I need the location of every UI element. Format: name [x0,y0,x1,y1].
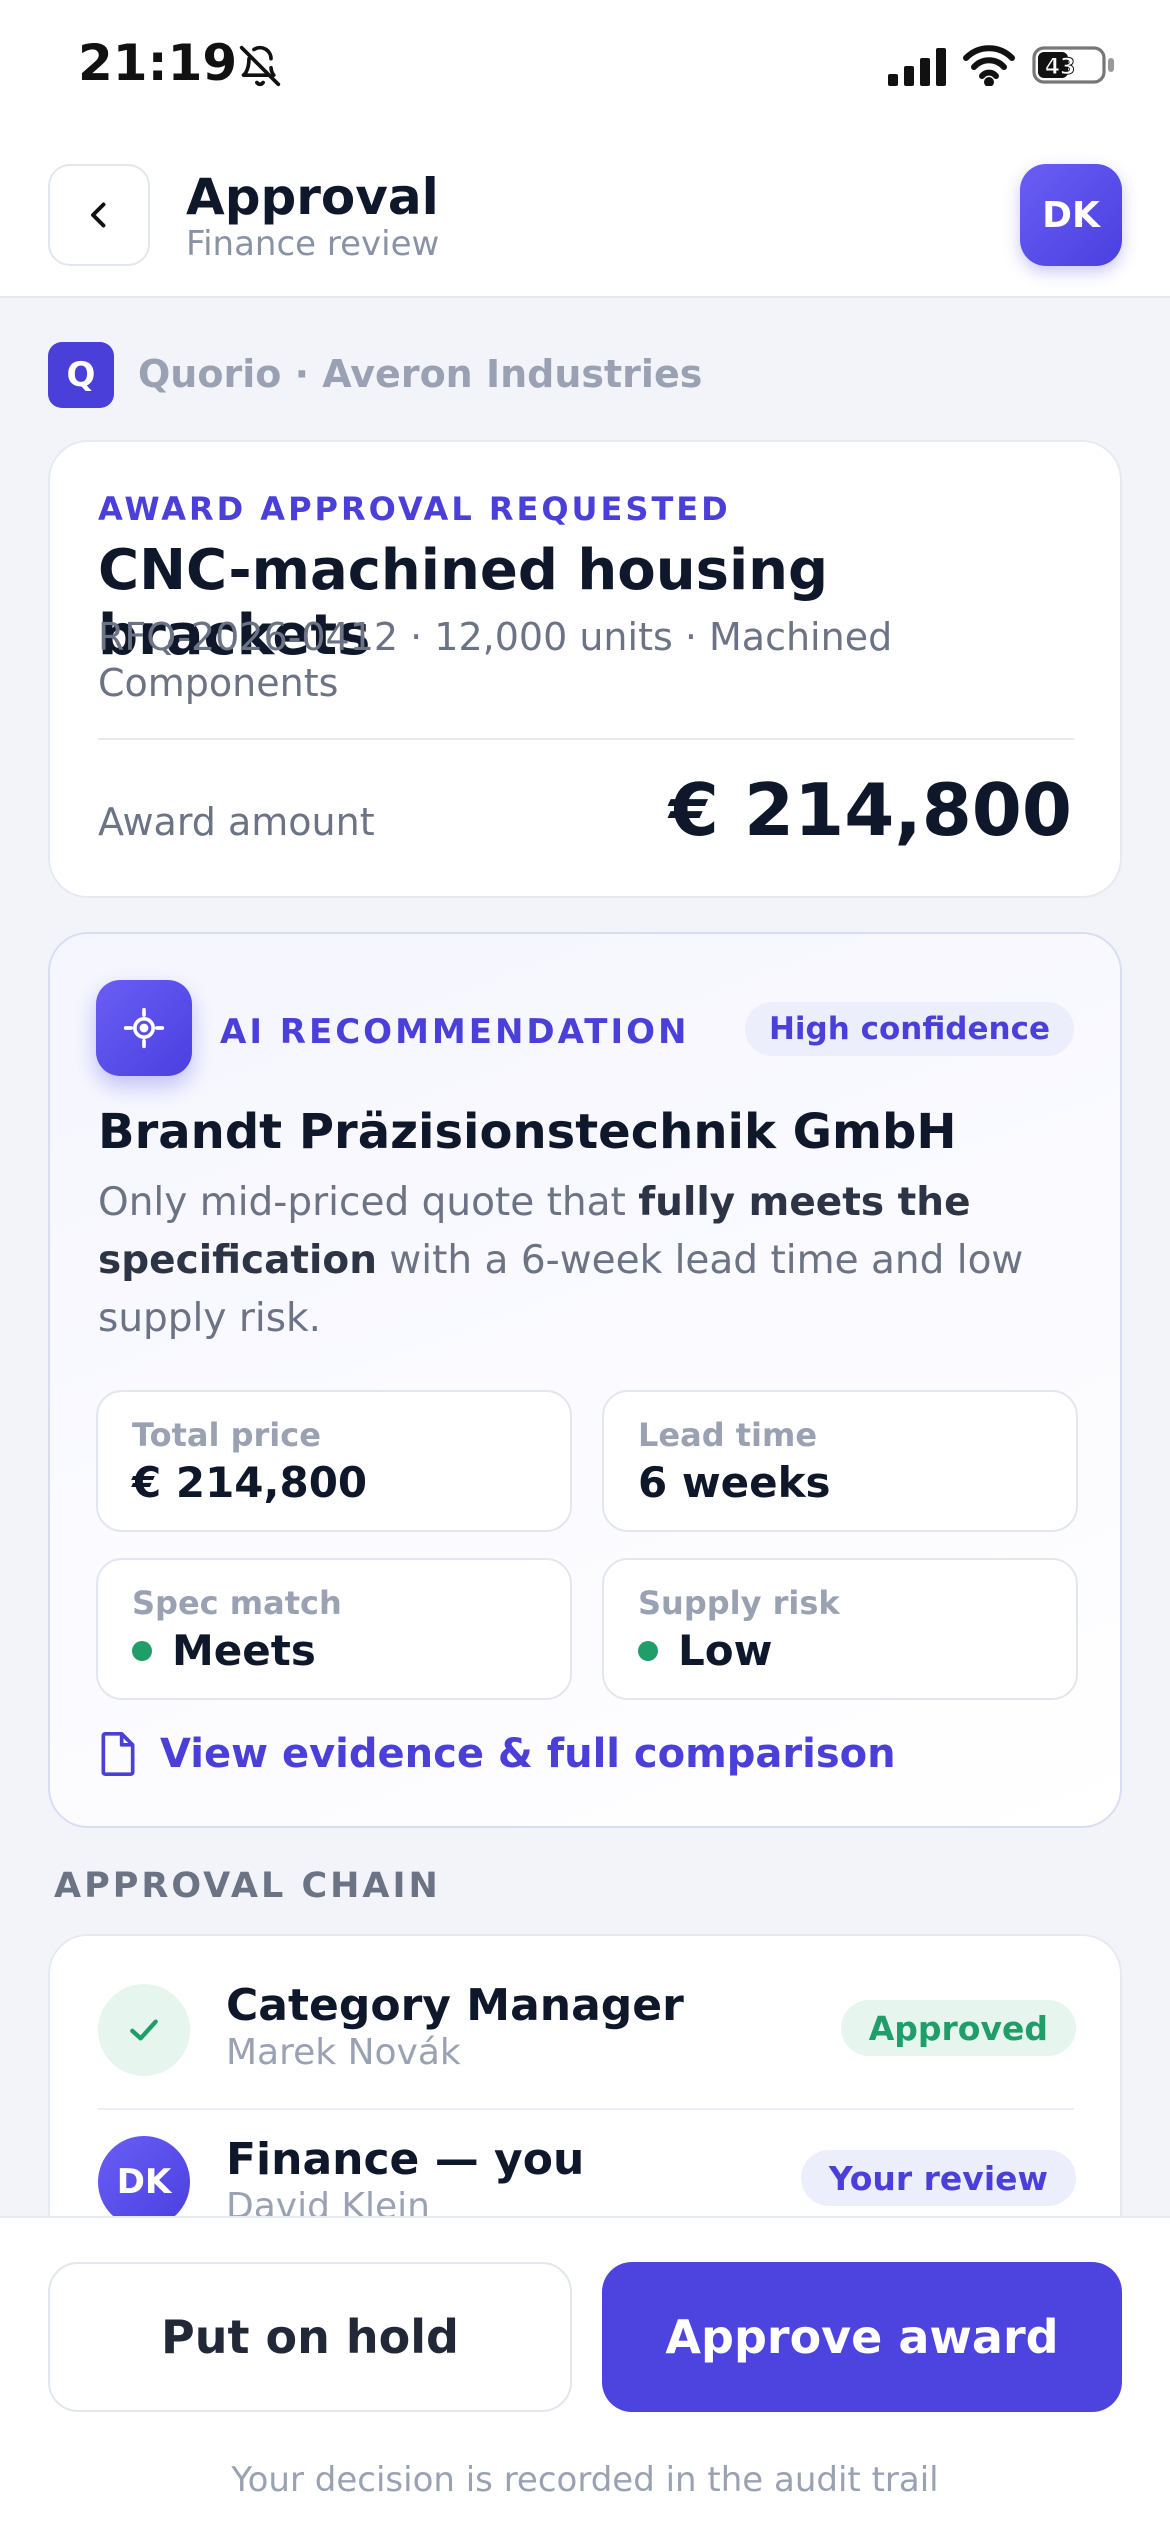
check-icon [130,2019,158,2041]
status-badge-approved: Approved [840,2000,1076,2056]
status-dot [638,1640,658,1661]
approve-award-button[interactable]: Approve award [602,2262,1122,2412]
divider [98,738,1074,740]
recommendation-reason: Only mid-priced quote that fully meets t… [98,1180,1024,1341]
step-role: Category Manager [226,1980,684,2031]
chain-step: Category Manager Marek Novák Approved [50,1948,1120,2098]
award-eyebrow: AWARD APPROVAL REQUESTED [98,490,731,528]
put-on-hold-button[interactable]: Put on hold [48,2262,572,2412]
wifi-icon [963,45,1015,86]
metric-value: 6 weeks [638,1458,831,1507]
check-icon-circle [98,1984,190,2076]
brand-logo: Q [48,342,114,408]
award-meta: RFQ-2026-0412 · 12,000 units · Machined … [98,615,893,705]
view-evidence-link[interactable]: View evidence & full comparison [96,1730,896,1778]
metric-value: Meets [132,1626,316,1675]
approval-chain-heading: APPROVAL CHAIN [54,1866,441,1906]
award-amount-label: Award amount [98,800,375,844]
ai-eyebrow: AI RECOMMENDATION [220,1012,690,1052]
battery-icon: 43 [1032,46,1114,84]
back-button[interactable] [48,164,150,266]
battery-level: 43 [1045,55,1076,80]
confidence-badge: High confidence [744,1002,1074,1056]
metric-supply-risk: Supply risk Low [602,1558,1078,1700]
document-icon [101,1732,135,1776]
status-dot [132,1640,152,1661]
page-title: Approval [186,168,439,226]
metric-label: Supply risk [638,1584,840,1622]
page-subtitle: Finance review [186,224,440,264]
avatar: DK [98,2136,190,2228]
metric-label: Total price [132,1416,321,1454]
signal-icon [888,48,946,86]
audit-note: Your decision is recorded in the audit t… [231,2460,939,2500]
brand-text: Quorio · Averon Industries [138,352,703,396]
award-amount: € 214,800 [668,768,1072,852]
user-avatar[interactable]: DK [1020,164,1122,266]
status-bar: 21:19 43 [0,0,1170,130]
metric-label: Lead time [638,1416,818,1454]
metric-lead-time: Lead time 6 weeks [602,1390,1078,1532]
chevron-left-icon [91,202,106,228]
metric-value: Low [638,1626,772,1675]
app-header: Approval Finance review DK [0,130,1170,298]
target-icon [123,1007,165,1049]
metric-spec-match: Spec match Meets [96,1558,572,1700]
metric-value: € 214,800 [132,1458,368,1507]
metric-label: Spec match [132,1584,342,1622]
status-time: 21:19 [78,34,238,92]
evidence-link-text: View evidence & full comparison [160,1731,896,1777]
bottom-action-bar: Put on hold Approve award Your decision … [0,2216,1170,2532]
metric-total-price: Total price € 214,800 [96,1390,572,1532]
bell-slash-icon [239,45,281,87]
recommended-supplier: Brandt Präzisionstechnik GmbH [98,1104,957,1160]
step-person: Marek Novák [226,2032,461,2073]
status-badge-review: Your review [800,2150,1076,2206]
award-card: AWARD APPROVAL REQUESTED CNC-machined ho… [48,440,1122,898]
ai-icon-tile [96,980,192,1076]
ai-recommendation-card: AI RECOMMENDATION High confidence Brandt… [48,932,1122,1828]
step-role: Finance — you [226,2134,585,2185]
